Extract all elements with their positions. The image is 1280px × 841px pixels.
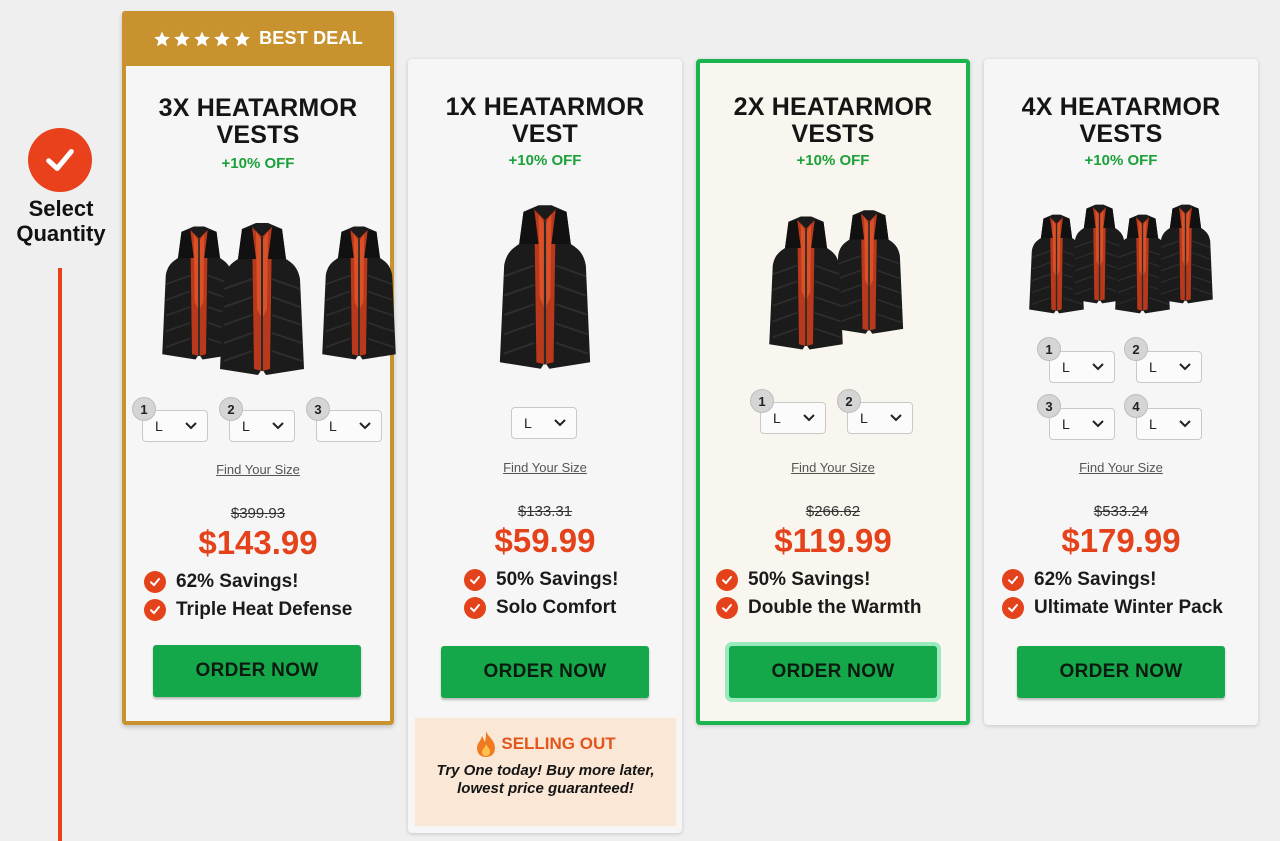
- original-price: $266.62: [805, 503, 861, 520]
- check-icon: [716, 569, 738, 591]
- chevron-down-icon: [272, 422, 284, 430]
- chevron-down-icon: [890, 414, 902, 422]
- package-card-1x[interactable]: 1X HEATARMOR VEST +10% OFF L Find Your S…: [408, 59, 682, 833]
- size-number-badge: 4: [1124, 394, 1148, 418]
- best-deal-banner: BEST DEAL: [122, 11, 394, 66]
- chevron-down-icon: [1092, 363, 1104, 371]
- size-select-4[interactable]: L: [1136, 408, 1202, 440]
- feature-item: 62% Savings!: [1002, 569, 1157, 591]
- chevron-down-icon: [1179, 420, 1191, 428]
- card-title: 3X HEATARMOR VESTS: [158, 94, 358, 149]
- size-number-badge: 2: [837, 389, 861, 413]
- check-icon: [464, 569, 486, 591]
- original-price: $133.31: [517, 503, 573, 520]
- package-card-3x[interactable]: BEST DEAL 3X HEATARMOR VESTS +10% OFF L …: [122, 11, 394, 725]
- five-stars-icon: [153, 30, 251, 48]
- sale-price: $179.99: [1061, 522, 1181, 559]
- feature-item: Double the Warmth: [716, 597, 921, 619]
- size-number-badge: 2: [219, 397, 243, 421]
- discount-label: +10% OFF: [1084, 152, 1158, 169]
- product-image-2-vests: [750, 201, 920, 353]
- original-price: $533.24: [1093, 503, 1149, 520]
- size-number-badge: 1: [750, 389, 774, 413]
- discount-label: +10% OFF: [221, 155, 295, 172]
- feature-item: 62% Savings!: [144, 571, 299, 593]
- feature-item: Triple Heat Defense: [144, 599, 352, 621]
- size-number-badge: 3: [306, 397, 330, 421]
- chevron-down-icon: [803, 414, 815, 422]
- order-now-button[interactable]: ORDER NOW: [153, 645, 361, 697]
- selling-out-notice: SELLING OUT Try One today! Buy more late…: [415, 718, 676, 826]
- size-select-2[interactable]: L: [1136, 351, 1202, 383]
- chevron-down-icon: [1092, 420, 1104, 428]
- size-number-badge: 3: [1037, 394, 1061, 418]
- best-deal-label: BEST DEAL: [259, 28, 363, 48]
- discount-label: +10% OFF: [796, 152, 870, 169]
- package-card-4x[interactable]: 4X HEATARMOR VESTS +10% OFF L 1 L 2 L 3 …: [984, 59, 1258, 725]
- size-number-badge: 1: [1037, 337, 1061, 361]
- check-icon: [716, 597, 738, 619]
- sale-price: $119.99: [774, 522, 892, 559]
- sale-price: $143.99: [198, 524, 318, 561]
- selling-out-heading: SELLING OUT: [415, 730, 676, 758]
- find-your-size-link[interactable]: Find Your Size: [408, 460, 682, 475]
- chevron-down-icon: [185, 422, 197, 430]
- feature-item: Ultimate Winter Pack: [1002, 597, 1223, 619]
- size-select-1[interactable]: L: [511, 407, 577, 439]
- feature-item: 50% Savings!: [716, 569, 871, 591]
- step-label: Select Quantity: [16, 196, 106, 246]
- order-now-button[interactable]: ORDER NOW: [729, 646, 937, 698]
- check-icon: [464, 597, 486, 619]
- sale-price: $59.99: [494, 522, 596, 559]
- size-number-badge: 1: [132, 397, 156, 421]
- original-price: $399.93: [230, 505, 286, 522]
- check-icon: [1002, 597, 1024, 619]
- card-title: 1X HEATARMOR VEST: [445, 93, 645, 148]
- check-icon: [144, 571, 166, 593]
- select-quantity-step: Select Quantity: [0, 0, 122, 841]
- card-title: 2X HEATARMOR VESTS: [733, 93, 933, 148]
- order-now-button[interactable]: ORDER NOW: [441, 646, 649, 698]
- find-your-size-link[interactable]: Find Your Size: [700, 460, 966, 475]
- chevron-down-icon: [1179, 363, 1191, 371]
- size-select-3[interactable]: L: [1049, 408, 1115, 440]
- check-icon: [1002, 569, 1024, 591]
- discount-label: +10% OFF: [508, 152, 582, 169]
- product-image-1-vest: [468, 201, 622, 373]
- checkmark-icon: [28, 128, 92, 192]
- step-line: [58, 268, 62, 841]
- chevron-down-icon: [359, 422, 371, 430]
- selling-out-text: Try One today! Buy more later, lowest pr…: [436, 762, 655, 797]
- size-number-badge: 2: [1124, 337, 1148, 361]
- feature-item: Solo Comfort: [464, 597, 616, 619]
- card-title: 4X HEATARMOR VESTS: [1021, 93, 1221, 148]
- flame-icon: [477, 731, 496, 757]
- check-icon: [144, 599, 166, 621]
- feature-item: 50% Savings!: [464, 569, 619, 591]
- chevron-down-icon: [554, 419, 566, 427]
- find-your-size-link[interactable]: Find Your Size: [984, 460, 1258, 475]
- package-card-2x[interactable]: 2X HEATARMOR VESTS +10% OFF L 1 L 2 Find…: [696, 59, 970, 725]
- order-now-button[interactable]: ORDER NOW: [1017, 646, 1225, 698]
- product-image-3-vests: [146, 207, 378, 379]
- size-select-1[interactable]: L: [1049, 351, 1115, 383]
- find-your-size-link[interactable]: Find Your Size: [126, 462, 390, 477]
- product-image-4-vests: [1024, 184, 1218, 326]
